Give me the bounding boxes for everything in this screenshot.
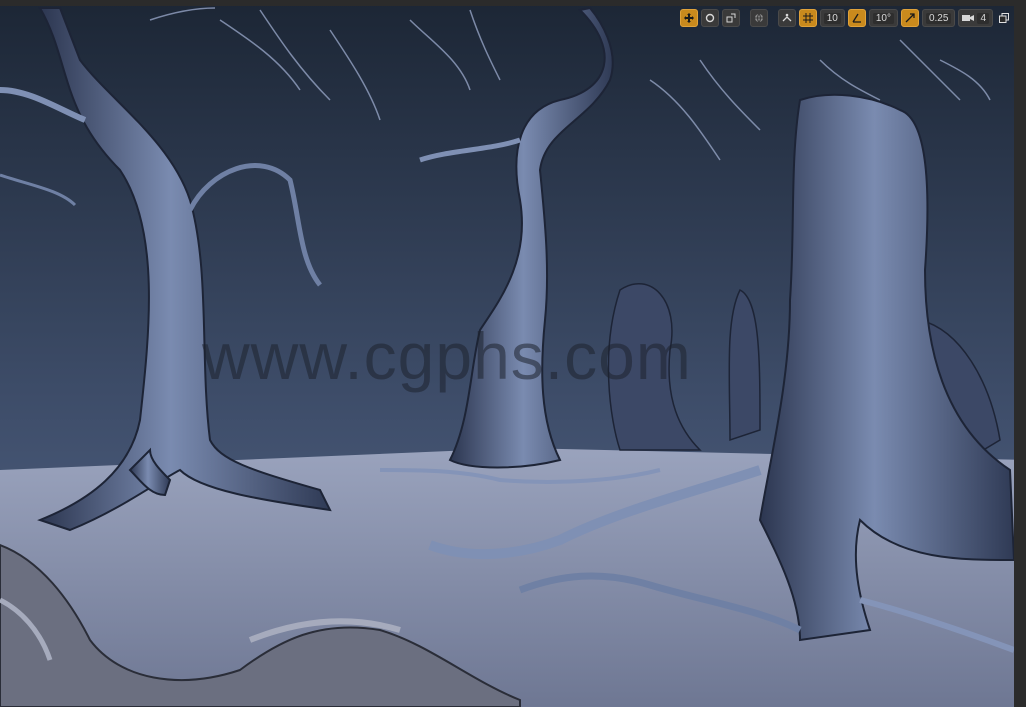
scale-icon (726, 13, 736, 23)
grid-snap-value[interactable]: 10 (819, 9, 845, 27)
rotation-snap-toggle[interactable] (847, 9, 866, 27)
level-viewport[interactable]: www.cgphs.com 10 10° 0.25 4 (0, 0, 1026, 707)
viewport-right-border (1014, 0, 1026, 707)
translate-button[interactable] (679, 9, 698, 27)
viewport-top-border (0, 0, 1026, 6)
rotate-button[interactable] (700, 9, 719, 27)
surface-snap-icon (782, 13, 792, 22)
surface-snap-button[interactable] (777, 9, 796, 27)
camera-speed-button[interactable]: 4 (958, 9, 993, 27)
grid-snap-label: 10 (823, 12, 841, 24)
grid-icon (802, 13, 813, 23)
scale-snap-value[interactable]: 0.25 (921, 9, 956, 27)
grid-snap-toggle[interactable] (798, 9, 817, 27)
rotate-icon (705, 13, 714, 23)
world-space-icon (754, 13, 763, 23)
scale-snap-icon (905, 13, 915, 23)
camera-speed-icon (962, 15, 975, 21)
translate-icon (683, 13, 694, 23)
scale-snap-label: 0.25 (925, 12, 952, 24)
maximize-icon (999, 13, 1009, 23)
maximize-viewport-button[interactable] (996, 9, 1012, 27)
rotation-snap-label: 10° (872, 12, 894, 24)
camera-speed-label: 4 (977, 12, 989, 24)
viewport-toolbar: 10 10° 0.25 4 (679, 8, 1012, 28)
rotation-snap-value[interactable]: 10° (868, 9, 898, 27)
scale-button[interactable] (721, 9, 740, 27)
watermark-text: www.cgphs.com (202, 319, 692, 393)
world-space-button[interactable] (749, 9, 768, 27)
angle-icon (852, 13, 861, 23)
scale-snap-toggle[interactable] (900, 9, 919, 27)
